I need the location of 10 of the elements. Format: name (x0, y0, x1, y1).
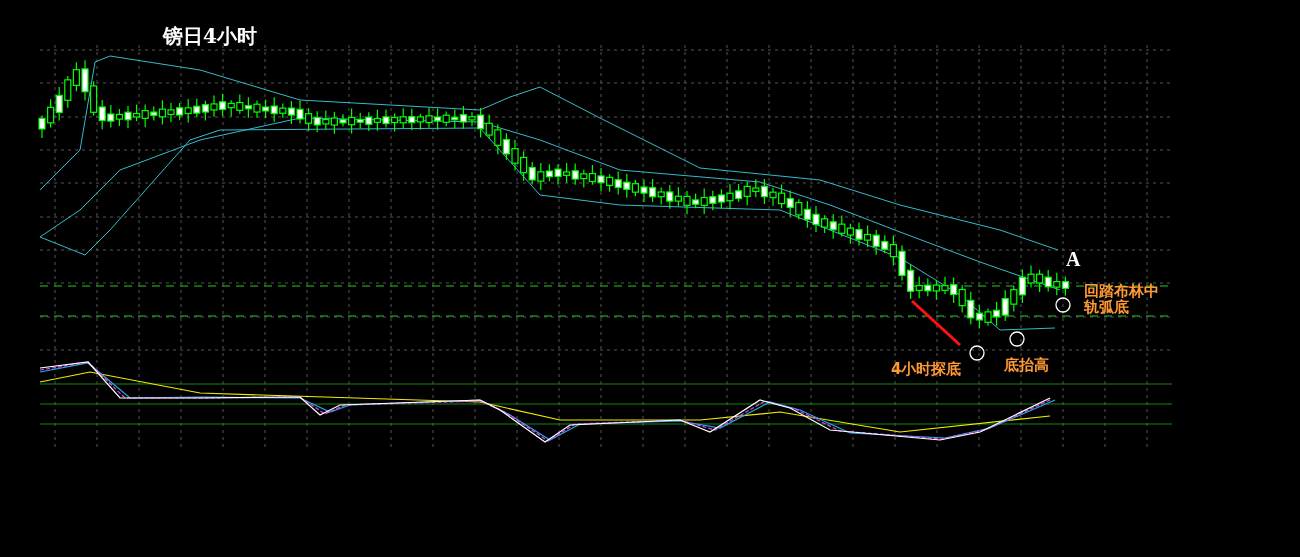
circle-marker (1009, 331, 1025, 347)
circle-marker (969, 345, 985, 361)
annotation-text: 回踏布林中 (1084, 283, 1159, 299)
point-label: A (1066, 248, 1081, 271)
annotation-text: 底抬高 (1004, 357, 1049, 373)
trend-line (911, 299, 961, 347)
chart-title: 镑日4小时 (163, 23, 257, 50)
circle-marker (1055, 297, 1071, 313)
annotation-text: 4小时探底 (891, 361, 962, 377)
annotation-text: 轨弧底 (1084, 299, 1129, 315)
